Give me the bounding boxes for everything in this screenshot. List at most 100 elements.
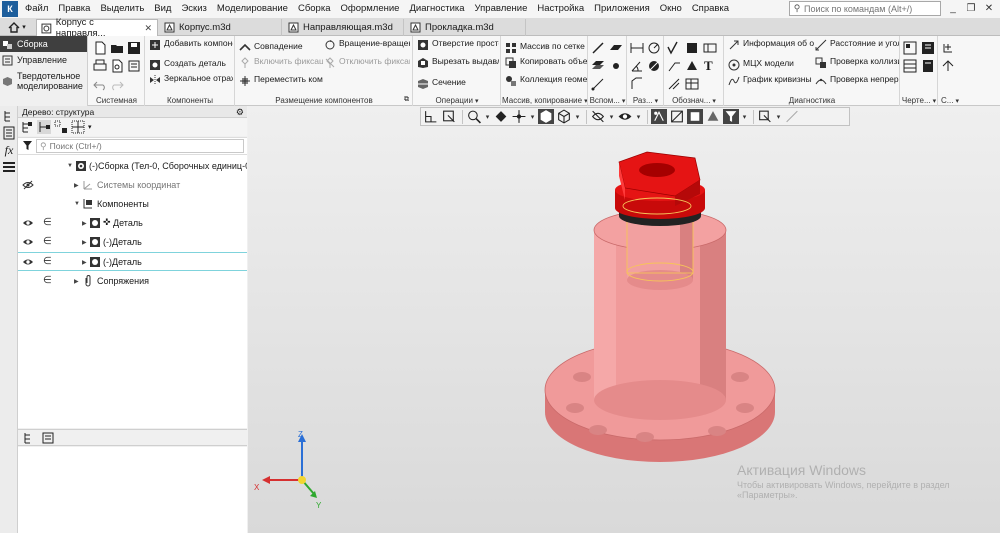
add-property-icon[interactable] bbox=[941, 41, 955, 55]
chevron-down-icon[interactable]: ▾ bbox=[574, 109, 581, 124]
section-view-icon[interactable] bbox=[669, 109, 685, 124]
add-component-button[interactable]: Добавить компонент из... bbox=[149, 39, 233, 51]
point-icon[interactable] bbox=[609, 59, 623, 73]
offset-plane-icon[interactable] bbox=[591, 59, 605, 73]
menu-file[interactable]: Файл bbox=[20, 0, 53, 18]
chevron-down-icon[interactable]: ▾ bbox=[635, 109, 642, 124]
tab-napravlyayushchaya[interactable]: Направляющая.m3d bbox=[284, 19, 404, 36]
distance-angle-button[interactable]: Расстояние и угол bbox=[815, 39, 899, 51]
curvature-graph-button[interactable]: График кривизны bbox=[728, 75, 814, 87]
diameter-dimension-icon[interactable] bbox=[647, 59, 661, 73]
disable-fixation-button[interactable]: Отключить фиксацию bbox=[324, 57, 410, 69]
properties-icon[interactable] bbox=[127, 59, 141, 73]
measure-icon[interactable] bbox=[784, 109, 800, 124]
expand-arrow-icon[interactable]: ▶ bbox=[74, 278, 79, 285]
create-part-button[interactable]: Создать деталь bbox=[149, 59, 233, 71]
restore-button[interactable]: ❐ bbox=[962, 0, 980, 18]
tree-row-detail-2[interactable]: ∈ ▶ (-)Деталь bbox=[18, 233, 247, 252]
linear-dimension-icon[interactable] bbox=[630, 41, 644, 55]
command-search-input[interactable] bbox=[804, 3, 939, 14]
object-info-button[interactable]: Информация об объекте bbox=[728, 39, 814, 51]
tab-korpus[interactable]: Корпус.m3d bbox=[160, 19, 282, 36]
render-icon[interactable] bbox=[705, 109, 721, 124]
expand-arrow-icon[interactable]: ▶ bbox=[74, 182, 79, 189]
move-component-button[interactable]: Переместить компонент bbox=[239, 75, 323, 87]
iso-view-icon[interactable] bbox=[556, 109, 572, 124]
weld-icon[interactable] bbox=[667, 77, 681, 91]
collapse-arrow-icon[interactable]: ▼ bbox=[74, 201, 80, 207]
tree-search-box[interactable]: ⚲ bbox=[36, 139, 244, 153]
enable-fixation-button[interactable]: Включить фиксацию bbox=[239, 57, 323, 69]
menu-help[interactable]: Справка bbox=[687, 0, 734, 18]
chevron-down-icon[interactable]: ▾ bbox=[608, 109, 615, 124]
pan-view-icon[interactable] bbox=[511, 109, 527, 124]
tree-view-icon[interactable] bbox=[22, 432, 34, 444]
grid-array-button[interactable]: Массив по сетке bbox=[505, 42, 587, 54]
mode-solid-modeling[interactable]: Твердотельное моделирование bbox=[0, 68, 87, 94]
rotate-button[interactable]: Вращение-вращение bbox=[324, 39, 410, 51]
redo-icon[interactable] bbox=[110, 78, 124, 92]
chevron-down-icon[interactable]: ▾ bbox=[484, 109, 491, 124]
open-folder-icon[interactable] bbox=[110, 41, 124, 55]
rotate-view-icon[interactable] bbox=[493, 109, 509, 124]
eye-icon[interactable] bbox=[22, 257, 34, 267]
tree-row-detail-fixed[interactable]: ∈ ▶ ✜ Деталь bbox=[18, 214, 247, 233]
axis-icon[interactable] bbox=[591, 41, 605, 55]
mode-management[interactable]: Управление bbox=[0, 52, 87, 68]
chevron-down-icon[interactable]: ▾ bbox=[529, 109, 536, 124]
chamfer-dimension-icon[interactable] bbox=[630, 77, 644, 91]
view-orientation-icon[interactable] bbox=[538, 109, 554, 124]
tree-row-assembly-root[interactable]: ▼ (-)Сборка (Тел-0, Сборочных единиц-0 bbox=[18, 157, 247, 176]
tree-row-coordinate-systems[interactable]: ▶ Системы координат bbox=[18, 176, 247, 195]
mark-icon[interactable] bbox=[685, 59, 699, 73]
eye-icon[interactable] bbox=[22, 237, 34, 247]
chevron-down-icon[interactable]: ▾ bbox=[741, 109, 748, 124]
menu-settings[interactable]: Настройка bbox=[532, 0, 589, 18]
list-view-icon[interactable] bbox=[42, 432, 54, 444]
tab-prokladka[interactable]: Прокладка.m3d bbox=[406, 19, 526, 36]
undo-icon[interactable] bbox=[93, 78, 107, 92]
tree-row-components[interactable]: ▼ Компоненты bbox=[18, 195, 247, 214]
drawing-view-icon[interactable] bbox=[903, 41, 917, 55]
leader-icon[interactable] bbox=[667, 59, 681, 73]
base-icon[interactable] bbox=[685, 41, 699, 55]
menu-select[interactable]: Выделить bbox=[95, 0, 149, 18]
chevron-down-icon[interactable]: ▾ bbox=[88, 123, 92, 131]
line-icon[interactable] bbox=[591, 77, 605, 91]
properties-panel-icon[interactable] bbox=[2, 126, 16, 140]
tab-assembly[interactable]: Корпус с направля... ✕ bbox=[36, 17, 158, 39]
tree-row-mates[interactable]: ∈ ▶ Сопряжения bbox=[18, 272, 247, 291]
section-button[interactable]: Сечение bbox=[417, 78, 499, 90]
report-icon[interactable] bbox=[921, 59, 935, 73]
menu-diagnostics[interactable]: Диагностика bbox=[404, 0, 469, 18]
coincide-button[interactable]: Совпадение bbox=[239, 42, 323, 54]
simple-hole-button[interactable]: Отверстие простое bbox=[417, 39, 499, 51]
menu-drafting[interactable]: Оформление bbox=[336, 0, 405, 18]
menu-view[interactable]: Вид bbox=[149, 0, 176, 18]
plane-icon[interactable] bbox=[609, 41, 623, 55]
tree-panel-icon[interactable] bbox=[2, 109, 16, 123]
table-icon[interactable] bbox=[685, 77, 699, 91]
tolerance-icon[interactable] bbox=[703, 41, 717, 55]
include-toggle-icon[interactable]: ∈ bbox=[43, 217, 53, 229]
filter-icon[interactable] bbox=[723, 109, 739, 124]
roughness-icon[interactable] bbox=[667, 41, 681, 55]
filter-icon[interactable] bbox=[18, 140, 36, 153]
command-search[interactable]: ⚲ bbox=[789, 1, 941, 16]
check-continuity-button[interactable]: Проверка непрерывности bbox=[815, 75, 899, 87]
save-icon[interactable] bbox=[127, 41, 141, 55]
menu-modeling[interactable]: Моделирование bbox=[212, 0, 293, 18]
export-icon[interactable] bbox=[941, 59, 955, 73]
zoom-icon[interactable] bbox=[466, 109, 482, 124]
gear-icon[interactable]: ⚙ bbox=[236, 106, 244, 118]
collapse-arrow-icon[interactable]: ▼ bbox=[67, 163, 73, 169]
radial-dimension-icon[interactable] bbox=[647, 41, 661, 55]
tree-row-detail-3[interactable]: ∈ ▶ (-)Деталь bbox=[18, 252, 247, 271]
include-toggle-icon[interactable]: ∈ bbox=[43, 256, 53, 268]
chevron-down-icon[interactable]: ▾ bbox=[775, 109, 782, 124]
menu-applications[interactable]: Приложения bbox=[589, 0, 655, 18]
tab-close-icon[interactable]: ✕ bbox=[144, 23, 152, 34]
menu-edit[interactable]: Правка bbox=[53, 0, 95, 18]
expand-arrow-icon[interactable]: ▶ bbox=[82, 259, 87, 266]
perspective-icon[interactable] bbox=[651, 109, 667, 124]
